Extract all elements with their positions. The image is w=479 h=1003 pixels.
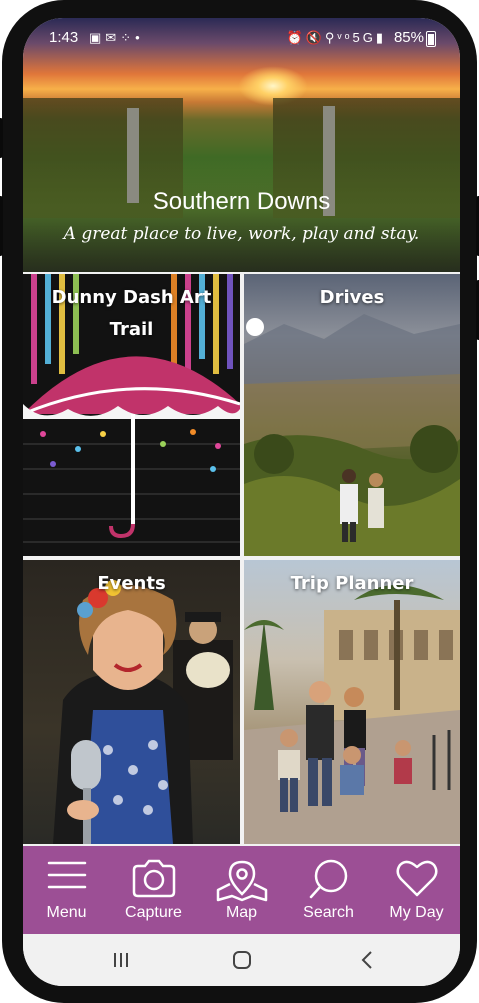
drives-landscape — [244, 314, 460, 556]
menu-icon — [47, 861, 86, 889]
side-button — [0, 118, 3, 158]
status-bar: 1:43 ▣✉⁘• ⏰🔇⚲ᵛᵒ5G▮ 85% — [23, 18, 460, 56]
app-screen: Southern Downs A great place to live, wo… — [23, 18, 460, 986]
search-icon — [309, 859, 347, 899]
email-icon: ✉ — [105, 30, 121, 45]
dot-icon: • — [135, 30, 144, 45]
recent-apps-icon — [114, 953, 128, 967]
alarm-icon: ⏰ — [286, 30, 306, 45]
battery-icon — [426, 31, 436, 47]
tile-events[interactable]: Events — [23, 560, 240, 844]
recent-apps-button[interactable] — [101, 946, 141, 974]
signal-icon: ▮ — [375, 30, 386, 45]
tile-label: Drives — [319, 287, 385, 308]
home-button[interactable] — [222, 946, 262, 974]
hero-tagline: A great place to live, work, play and st… — [63, 224, 420, 244]
heart-icon — [396, 860, 437, 897]
trip-planner-family — [244, 585, 460, 844]
nav-capture[interactable]: Capture — [110, 846, 197, 934]
camera-icon — [132, 859, 175, 898]
back-button[interactable] — [347, 946, 387, 974]
notification-icons: ▣✉⁘• — [89, 30, 144, 46]
nav-my-day[interactable]: My Day — [373, 846, 460, 934]
events-singer — [53, 580, 233, 844]
touch-indicator — [246, 318, 264, 336]
location-icon: ⚲ — [324, 30, 338, 45]
nav-label: Map — [225, 904, 258, 921]
nav-label: Capture — [125, 904, 182, 921]
nav-search[interactable]: Search — [285, 846, 372, 934]
nav-menu[interactable]: Menu — [23, 846, 110, 934]
system-nav-bar — [23, 934, 460, 986]
bottom-nav: Menu Capture Map Search My Day — [23, 846, 460, 934]
dots-icon: ⁘ — [120, 30, 136, 45]
battery-percent: 85% — [393, 29, 424, 46]
system-status-icons: ⏰🔇⚲ᵛᵒ5G▮ — [287, 30, 387, 46]
nav-map[interactable]: Map — [198, 846, 285, 934]
tile-drives[interactable]: Drives — [244, 274, 460, 556]
tile-label: Dunny Dash Art Trail — [51, 287, 212, 340]
nav-label: My Day — [389, 904, 444, 921]
status-time: 1:43 — [49, 29, 79, 46]
phone-frame: Southern Downs A great place to live, wo… — [0, 0, 479, 1003]
side-button — [0, 196, 3, 256]
tile-dunny-dash-art-trail[interactable]: Dunny Dash Art Trail — [23, 274, 240, 556]
volte-icon: ᵛᵒ — [337, 30, 353, 45]
image-icon: ▣ — [89, 30, 106, 45]
hero-title: Southern Downs — [152, 188, 331, 215]
tile-trip-planner[interactable]: Trip Planner — [244, 560, 460, 844]
nav-label: Search — [303, 904, 354, 921]
5g-icon: 5G — [352, 30, 376, 45]
nav-label: Menu — [46, 904, 87, 921]
home-icon — [233, 951, 251, 969]
back-icon — [361, 951, 372, 969]
tile-label: Trip Planner — [290, 573, 414, 594]
map-pin-icon — [216, 860, 267, 902]
tile-label: Events — [97, 573, 166, 594]
mute-icon: 🔇 — [305, 30, 325, 45]
hero-banner[interactable]: Southern Downs A great place to live, wo… — [23, 18, 460, 272]
